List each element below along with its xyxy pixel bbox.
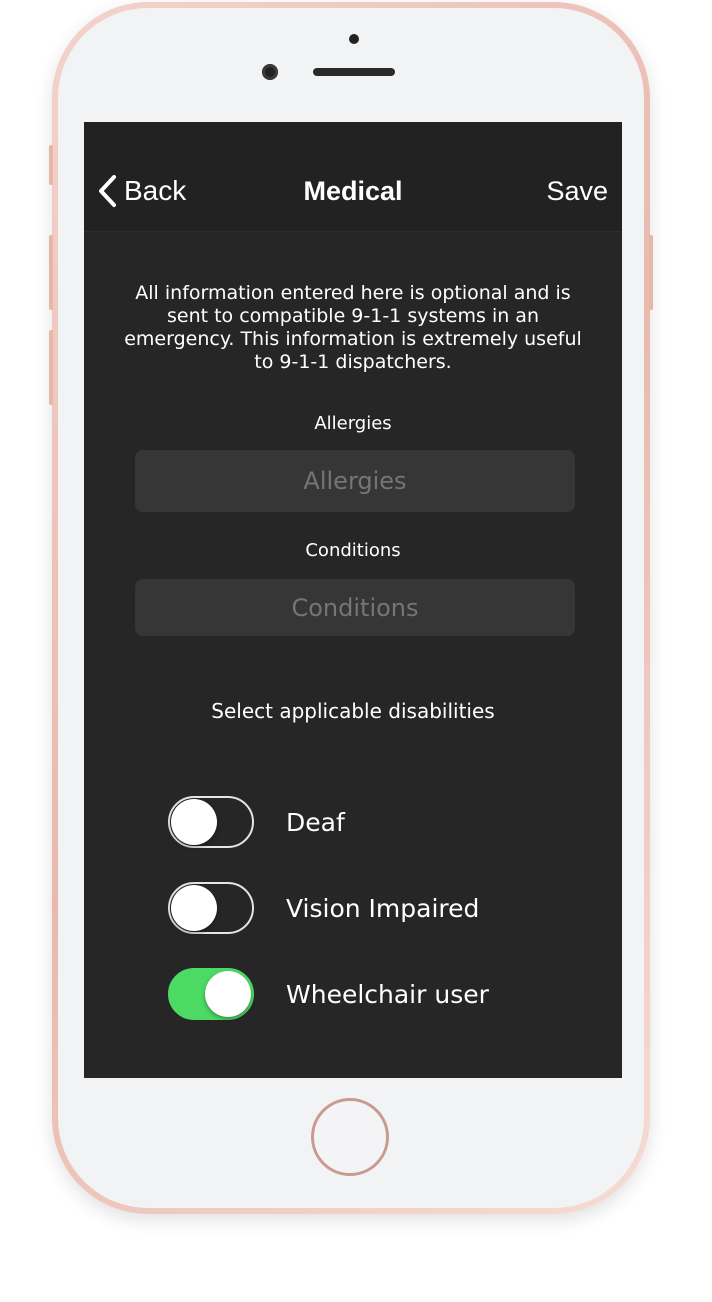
allergies-label: Allergies <box>314 413 392 434</box>
mute-switch <box>49 145 53 185</box>
home-button[interactable] <box>311 1098 389 1176</box>
save-button[interactable]: Save <box>546 176 608 207</box>
navigation-bar: Back Medical Save <box>84 122 622 232</box>
deaf-toggle[interactable] <box>168 796 254 848</box>
screen: Back Medical Save All information entere… <box>84 122 622 1078</box>
conditions-label: Conditions <box>305 540 401 561</box>
wheelchair-user-label: Wheelchair user <box>286 979 489 1009</box>
power-button <box>649 235 653 310</box>
proximity-sensor <box>349 34 359 44</box>
info-text: All information entered here is optional… <box>124 282 582 373</box>
disabilities-heading: Select applicable disabilities <box>211 699 495 723</box>
conditions-input[interactable] <box>135 579 575 636</box>
disability-row-deaf: Deaf <box>168 796 345 848</box>
vision-impaired-toggle[interactable] <box>168 882 254 934</box>
vision-impaired-label: Vision Impaired <box>286 893 480 923</box>
disability-row-wheelchair-user: Wheelchair user <box>168 968 489 1020</box>
toggle-knob <box>171 885 217 931</box>
volume-down-button <box>49 330 53 405</box>
disability-row-vision-impaired: Vision Impaired <box>168 882 479 934</box>
deaf-label: Deaf <box>286 807 345 837</box>
toggle-knob <box>205 971 251 1017</box>
toggle-knob <box>171 799 217 845</box>
front-camera <box>262 64 278 80</box>
page-title: Medical <box>303 176 403 206</box>
earpiece-speaker <box>313 68 395 76</box>
wheelchair-user-toggle[interactable] <box>168 968 254 1020</box>
volume-up-button <box>49 235 53 310</box>
allergies-input[interactable] <box>135 450 575 512</box>
